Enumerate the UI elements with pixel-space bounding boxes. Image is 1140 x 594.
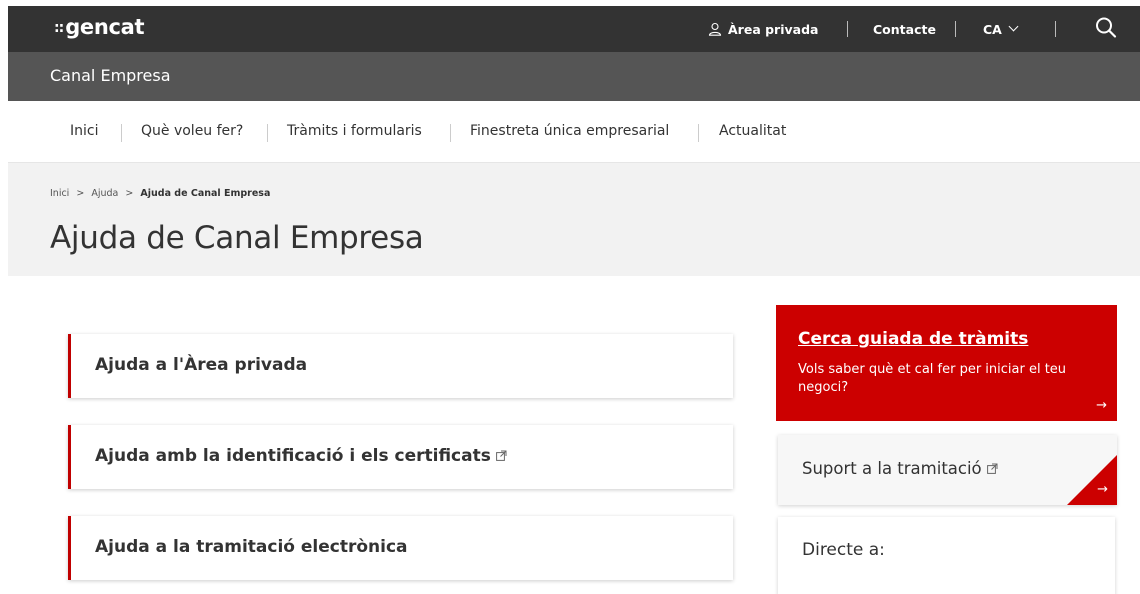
nav-item-tramits[interactable]: Tràmits i formularis [287,123,422,139]
search-icon[interactable] [1092,14,1120,42]
nav-divider [698,124,699,142]
card-label: Ajuda amb la identificació i els certifi… [95,446,507,466]
direct-links-box: Directe a: [778,517,1115,594]
contact-label: Contacte [873,21,936,37]
promo-title[interactable]: Cerca guiada de tràmits [798,329,1028,349]
nav-divider [121,124,122,142]
nav-item-inici[interactable]: Inici [70,123,98,139]
card-label: Ajuda a la tramitació electrònica [95,537,408,557]
breadcrumb-separator: > [125,188,134,199]
breadcrumb-item-ajuda[interactable]: Ajuda [91,188,118,199]
card-help-electronic-processing[interactable]: Ajuda a la tramitació electrònica [68,516,733,580]
breadcrumb: Inici > Ajuda > Ajuda de Canal Empresa [50,188,270,199]
arrow-right-icon: → [1096,398,1107,413]
breadcrumb-item-inici[interactable]: Inici [50,188,69,199]
logo-mark: :: [54,20,64,36]
language-label: CA [983,21,1002,37]
private-area-link[interactable]: Àrea privada [708,6,818,52]
external-link-icon [495,450,507,461]
divider [847,21,848,37]
nav-item-finestreta[interactable]: Finestreta única empresarial [470,123,669,139]
promo-description: Vols saber què et cal fer per iniciar el… [798,362,1067,395]
divider [955,21,956,37]
direct-links-heading: Directe a: [802,540,885,560]
nav-item-que-voleu-fer[interactable]: Què voleu fer? [141,123,243,139]
private-area-label: Àrea privada [728,21,819,37]
page-title: Ajuda de Canal Empresa [50,220,424,256]
page-header: Inici > Ajuda > Ajuda de Canal Empresa A… [8,163,1140,276]
support-label-text: Suport a la tramitació [802,459,982,478]
support-label: Suport a la tramitació [802,459,998,478]
main-nav: Inici Què voleu fer? Tràmits i formulari… [8,101,1140,163]
chevron-down-icon [1008,21,1019,31]
site-bar: Canal Empresa [8,52,1140,101]
breadcrumb-separator: > [76,188,85,199]
logo-text: gencat [65,15,145,39]
nav-item-actualitat[interactable]: Actualitat [719,123,786,139]
user-icon [708,22,722,36]
language-selector[interactable]: CA [983,6,1019,52]
nav-divider [450,124,451,142]
corner-triangle [1067,455,1117,505]
card-help-private-area[interactable]: Ajuda a l'Àrea privada [68,334,733,398]
support-link-box[interactable]: Suport a la tramitació → [778,435,1117,505]
nav-divider [267,124,268,142]
card-help-identification[interactable]: Ajuda amb la identificació i els certifi… [68,425,733,489]
site-name-link[interactable]: Canal Empresa [50,66,171,85]
contact-link[interactable]: Contacte [873,6,936,52]
guided-search-promo[interactable]: Cerca guiada de tràmits Vols saber què e… [776,305,1117,421]
arrow-right-icon: → [1097,482,1108,497]
card-label-text: Ajuda amb la identificació i els certifi… [95,446,491,466]
external-link-icon [986,463,998,474]
breadcrumb-current: Ajuda de Canal Empresa [140,188,271,199]
top-bar: ::gencat Àrea privada Contacte CA [8,6,1140,52]
card-label: Ajuda a l'Àrea privada [95,355,308,375]
divider [1055,21,1056,37]
gencat-logo[interactable]: ::gencat [54,15,145,39]
